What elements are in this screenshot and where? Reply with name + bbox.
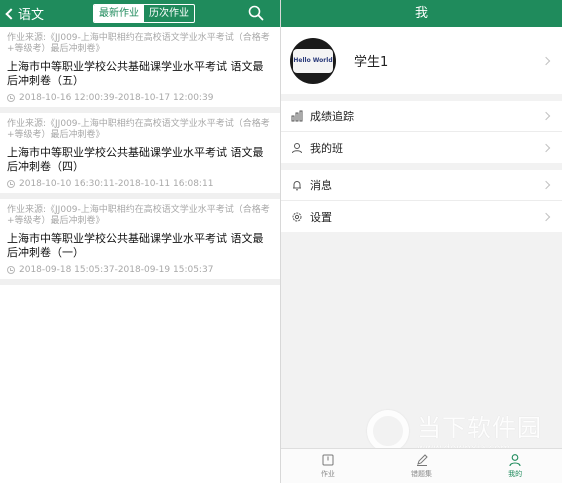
- menu-item-label: 设置: [310, 210, 332, 224]
- watermark-logo-icon: [367, 410, 409, 452]
- homework-time: 2018-10-10 16:30:11-2018-10-11 16:08:11: [7, 179, 273, 193]
- nav-item-me[interactable]: 我的: [468, 449, 562, 483]
- chevron-right-icon: [541, 143, 551, 152]
- bottom-nav: 作业 错题集 我的: [281, 448, 562, 483]
- book-icon: [322, 454, 334, 466]
- user-icon: [291, 142, 303, 154]
- chevron-right-icon: [541, 111, 551, 121]
- homework-source: 作业来源:《JJ009-上海中职相约在高校语文学业水平考试（合格考+等级考）最后…: [7, 119, 270, 140]
- menu-group-study: 成绩追踪 我的班: [281, 101, 562, 163]
- nav-label: 错题集: [411, 470, 432, 478]
- homework-title: 上海市中等职业学校公共基础课学业水平考试 语文最后冲刺卷（五）: [7, 60, 264, 87]
- back-label: 语文: [18, 8, 45, 23]
- clock-icon: [7, 266, 15, 274]
- profile-card[interactable]: Hello World 学生1: [281, 27, 562, 94]
- homework-item[interactable]: 作业来源:《JJ009-上海中职相约在高校语文学业水平考试（合格考+等级考）最后…: [0, 113, 280, 199]
- avatar-badge: Hello World: [293, 48, 333, 73]
- homework-time: 2018-10-16 12:00:39-2018-10-17 12:00:39: [7, 93, 273, 107]
- person-icon: [509, 454, 521, 467]
- tab-latest[interactable]: 最新作业: [94, 5, 144, 22]
- homework-panel: 语文 最新作业 历次作业 作业来源:《JJ009-上海中职相约在高校语文学业水平…: [0, 0, 280, 483]
- homework-time-text: 2018-10-10 16:30:11-2018-10-11 16:08:11: [19, 179, 214, 189]
- homework-item[interactable]: 作业来源:《JJ009-上海中职相约在高校语文学业水平考试（合格考+等级考）最后…: [0, 199, 280, 285]
- tab-history[interactable]: 历次作业: [144, 5, 194, 22]
- chevron-right-icon: [541, 212, 551, 221]
- back-button[interactable]: 语文: [5, 0, 45, 27]
- menu-item-label: 我的班: [310, 141, 343, 155]
- avatar: Hello World: [290, 37, 336, 84]
- homework-time-text: 2018-10-16 12:00:39-2018-10-17 12:00:39: [19, 93, 214, 103]
- bar-chart-icon: [291, 110, 303, 122]
- watermark-name: 当下软件园: [417, 414, 542, 442]
- nav-label: 我的: [508, 470, 523, 478]
- homework-header: 语文 最新作业 历次作业: [0, 0, 280, 27]
- gear-icon: [291, 211, 303, 223]
- homework-time-text: 2018-09-18 15:05:37-2018-09-19 15:05:37: [19, 265, 214, 275]
- chevron-right-icon: [541, 180, 551, 190]
- search-icon[interactable]: [248, 5, 264, 21]
- menu-item-label: 消息: [310, 179, 332, 192]
- menu-item-messages[interactable]: 消息: [281, 170, 562, 201]
- chevron-left-icon: [5, 8, 17, 20]
- clock-icon: [7, 94, 15, 102]
- homework-source: 作业来源:《JJ009-上海中职相约在高校语文学业水平考试（合格考+等级考）最后…: [7, 205, 270, 226]
- pen-icon: [416, 454, 428, 466]
- menu-item-label: 成绩追踪: [310, 110, 354, 123]
- homework-title: 上海市中等职业学校公共基础课学业水平考试 语文最后冲刺卷（四）: [7, 146, 264, 173]
- homework-time: 2018-09-18 15:05:37-2018-09-19 15:05:37: [7, 265, 273, 279]
- profile-header: 我: [281, 0, 562, 27]
- homework-tabs: 最新作业 历次作业: [93, 4, 195, 23]
- menu-item-score-tracking[interactable]: 成绩追踪: [281, 101, 562, 132]
- bell-icon: [291, 179, 303, 191]
- clock-icon: [7, 180, 15, 188]
- nav-item-mistakes[interactable]: 错题集: [375, 449, 469, 483]
- profile-panel: 我 Hello World 学生1 成绩追踪 我的班 消息 设置 当下软件园 作…: [281, 0, 562, 483]
- chevron-right-icon: [541, 56, 551, 65]
- nav-item-homework[interactable]: 作业: [281, 449, 375, 483]
- nav-label: 作业: [320, 470, 335, 478]
- homework-title: 上海市中等职业学校公共基础课学业水平考试 语文最后冲刺卷（一）: [7, 232, 264, 259]
- avatar-text: Hello World: [293, 57, 333, 64]
- user-name: 学生1: [354, 55, 389, 70]
- menu-item-settings[interactable]: 设置: [281, 201, 562, 232]
- menu-item-my-class[interactable]: 我的班: [281, 132, 562, 163]
- menu-group-system: 消息 设置: [281, 170, 562, 232]
- homework-source: 作业来源:《JJ009-上海中职相约在高校语文学业水平考试（合格考+等级考）最后…: [7, 33, 270, 54]
- homework-item[interactable]: 作业来源:《JJ009-上海中职相约在高校语文学业水平考试（合格考+等级考）最后…: [0, 27, 280, 113]
